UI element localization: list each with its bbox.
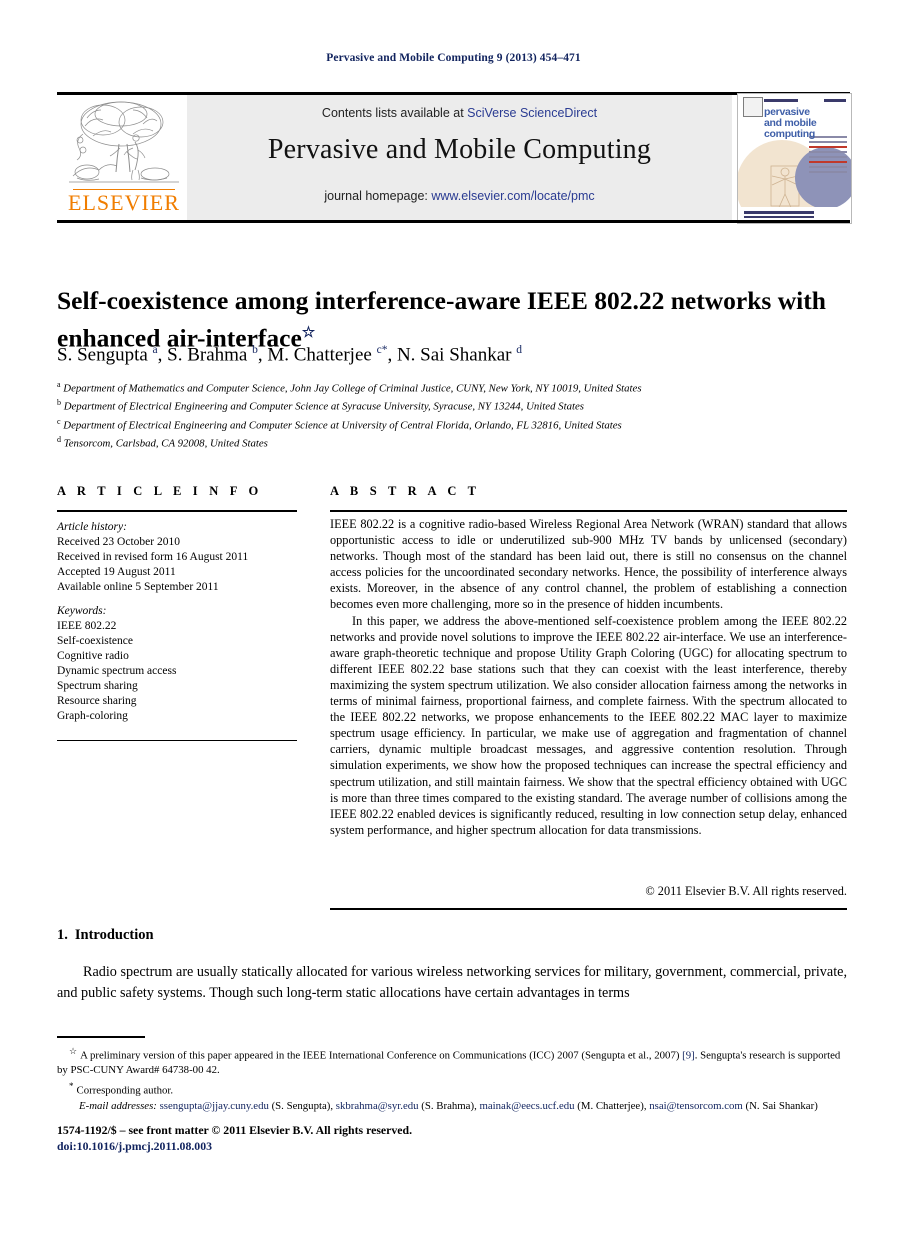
running-head: Pervasive and Mobile Computing 9 (2013) … (326, 52, 581, 64)
footnote-separator-rule (57, 1036, 145, 1038)
keyword-item: Spectrum sharing (57, 680, 138, 692)
keyword-item: IEEE 802.22 (57, 620, 117, 632)
keyword-item: Graph-coloring (57, 710, 128, 722)
body-paragraph: Radio spectrum are usually statically al… (57, 964, 847, 1001)
contents-available-line: Contents lists available at SciVerse Sci… (187, 106, 732, 120)
keyword-item: Resource sharing (57, 695, 137, 707)
affiliation-text: Department of Electrical Engineering and… (63, 400, 584, 413)
email-owner: (S. Brahma) (421, 1099, 475, 1112)
footnote-block: ☆ A preliminary version of this paper app… (57, 1044, 847, 1114)
email-addresses-label: E-mail addresses: (79, 1099, 157, 1112)
abstract-body: IEEE 802.22 is a cognitive radio-based W… (330, 516, 847, 838)
article-info-rule-top (57, 510, 297, 512)
footnote-email-addresses: E-mail addresses: ssengupta@jjay.cuny.ed… (79, 1099, 818, 1112)
email-link[interactable]: ssengupta@jjay.cuny.edu (160, 1100, 269, 1112)
cover-issn-text (764, 99, 798, 102)
masthead-bottom-rule (57, 220, 850, 223)
affiliation-list: a Department of Mathematics and Computer… (57, 378, 847, 452)
journal-cover-thumbnail: pervasive and mobile computing (737, 93, 852, 224)
cover-publisher-logo (743, 97, 763, 117)
doi-link[interactable]: doi:10.1016/j.pmcj.2011.08.003 (57, 1138, 657, 1154)
cover-volume-text (824, 99, 846, 102)
affiliation-text: Department of Electrical Engineering and… (63, 419, 622, 432)
cover-title: pervasive and mobile computing (764, 107, 850, 140)
affiliation-item: c Department of Electrical Engineering a… (57, 415, 847, 433)
article-history: Article history: Received 23 October 201… (57, 520, 307, 595)
journal-homepage-line: journal homepage: www.elsevier.com/locat… (187, 189, 732, 203)
history-item: Available online 5 September 2011 (57, 581, 219, 593)
email-owner: (N. Sai Shankar) (745, 1099, 818, 1112)
elsevier-wordmark: ELSEVIER (68, 190, 180, 215)
imprint-block: 1574-1192/$ – see front matter © 2011 El… (57, 1122, 657, 1154)
article-info-rule-bottom (57, 740, 297, 741)
abstract-paragraph: In this paper, we address the above-ment… (330, 613, 847, 837)
article-title-text: Self-coexistence among interference-awar… (57, 286, 826, 353)
keyword-item: Cognitive radio (57, 650, 129, 662)
abstract-paragraph: IEEE 802.22 is a cognitive radio-based W… (330, 517, 847, 612)
cover-artwork: pervasive and mobile computing (738, 94, 851, 223)
affiliation-marker: c (57, 416, 61, 426)
homepage-prefix: journal homepage: (324, 189, 432, 203)
copyright-line: © 2011 Elsevier B.V. All rights reserved… (645, 884, 847, 898)
abstract-heading: A B S T R A C T (330, 484, 481, 498)
section-number: 1. (57, 927, 68, 943)
email-owner: (S. Sengupta) (271, 1099, 331, 1112)
cover-footer-text (744, 211, 814, 220)
author-list: S. Sengupta a, S. Brahma b, M. Chatterje… (57, 344, 522, 366)
keyword-list: Keywords: IEEE 802.22 Self-coexistence C… (57, 604, 307, 724)
journal-title: Pervasive and Mobile Computing (267, 134, 652, 165)
affiliation-marker: d (57, 435, 61, 445)
history-item: Received in revised form 16 August 2011 (57, 551, 249, 563)
abstract-rule-top (330, 510, 847, 512)
cover-sidebar-lines (809, 136, 847, 176)
article-first-page: Pervasive and Mobile Computing 9 (2013) … (0, 0, 907, 1238)
article-history-heading: Article history: (57, 521, 127, 533)
email-owner: (M. Chatterjee) (577, 1099, 644, 1112)
keywords-heading: Keywords: (57, 605, 107, 617)
email-link[interactable]: nsai@tensorcom.com (649, 1100, 743, 1112)
affiliation-item: d Tensorcom, Carlsbad, CA 92008, United … (57, 433, 847, 451)
contents-prefix: Contents lists available at (321, 106, 468, 120)
journal-masthead: ELSEVIER Contents lists available at Sci… (57, 92, 852, 224)
email-link[interactable]: skbrahma@syr.edu (336, 1100, 419, 1112)
affiliation-text: Tensorcom, Carlsbad, CA 92008, United St… (63, 437, 268, 450)
history-item: Accepted 19 August 2011 (57, 566, 176, 578)
footnote-corresponding-author: * Corresponding author. (57, 1079, 847, 1098)
sciencedirect-link[interactable]: SciVerse ScienceDirect (467, 106, 597, 120)
affiliation-item: b Department of Electrical Engineering a… (57, 396, 847, 414)
elsevier-logo: ELSEVIER (63, 96, 185, 220)
footnote-reference-link[interactable]: [9] (682, 1050, 695, 1062)
footnote-asterisk-marker: * (69, 1080, 74, 1091)
section-title: Introduction (74, 927, 154, 943)
journal-homepage-link[interactable]: www.elsevier.com/locate/pmc (431, 189, 594, 203)
email-link[interactable]: mainak@eecs.ucf.edu (479, 1100, 574, 1112)
keyword-item: Self-coexistence (57, 635, 133, 647)
section-heading-introduction: 1. Introduction (57, 927, 154, 944)
affiliation-marker: b (57, 398, 61, 408)
footnote-star: ☆ A preliminary version of this paper app… (57, 1044, 847, 1078)
issn-line: 1574-1192/$ – see front matter © 2011 El… (57, 1123, 413, 1137)
abstract-rule-bottom (330, 908, 847, 910)
affiliation-item: a Department of Mathematics and Computer… (57, 378, 847, 396)
cover-title-line-3: computing (764, 128, 815, 140)
history-item: Received 23 October 2010 (57, 536, 180, 548)
footnote-star-text-a: A preliminary version of this paper appe… (80, 1049, 683, 1062)
affiliation-marker: a (57, 380, 61, 389)
keyword-item: Dynamic spectrum access (57, 665, 177, 677)
title-footnote-marker: ☆ (301, 325, 316, 342)
corresponding-author-text: Corresponding author. (76, 1084, 174, 1097)
footnote-star-marker: ☆ (69, 1046, 78, 1056)
article-info-heading: A R T I C L E I N F O (57, 484, 263, 498)
affiliation-text: Department of Mathematics and Computer S… (63, 382, 642, 395)
